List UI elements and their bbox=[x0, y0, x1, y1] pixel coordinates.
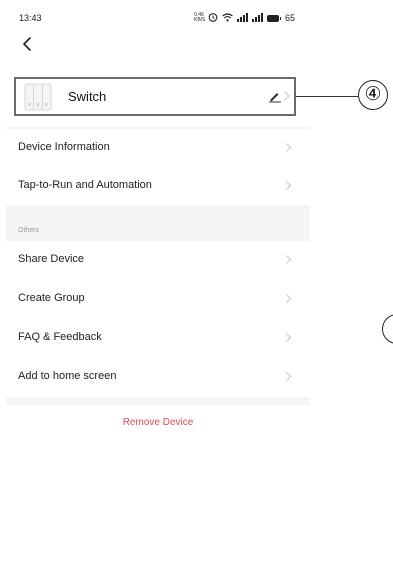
menu-faq-feedback[interactable]: FAQ & Feedback bbox=[6, 319, 310, 357]
menu-create-group[interactable]: Create Group bbox=[6, 280, 310, 318]
callout-marker-partial bbox=[382, 314, 393, 344]
device-thumbnail bbox=[24, 82, 52, 112]
menu-device-information[interactable]: Device Information bbox=[6, 129, 310, 167]
menu-label: Device Information bbox=[18, 141, 110, 153]
menu-tap-to-run[interactable]: Tap-to-Run and Automation bbox=[6, 167, 310, 205]
chevron-right-icon bbox=[286, 372, 292, 381]
chevron-right-icon bbox=[286, 333, 292, 342]
signal-icon-2 bbox=[252, 12, 263, 24]
chevron-right-icon bbox=[286, 143, 292, 152]
device-settings-screen: 13:43 0.46 KB/S 65 Switch ④ Device Infor… bbox=[0, 0, 393, 581]
menu-label: Tap-to-Run and Automation bbox=[18, 179, 152, 191]
chevron-right-icon bbox=[286, 181, 292, 190]
edit-icon[interactable] bbox=[268, 91, 282, 103]
status-bar: 13:43 0.46 KB/S 65 bbox=[0, 0, 314, 28]
device-name: Switch bbox=[68, 89, 107, 104]
chevron-left-icon bbox=[23, 37, 31, 51]
network-speed-unit: KB/S bbox=[194, 17, 206, 23]
menu-add-to-home-screen[interactable]: Add to home screen bbox=[6, 358, 310, 396]
device-name-card[interactable]: Switch bbox=[14, 77, 296, 116]
menu-label: Add to home screen bbox=[18, 370, 117, 382]
section-divider-bottom bbox=[6, 397, 310, 405]
menu-label: FAQ & Feedback bbox=[18, 331, 102, 343]
menu-label: Create Group bbox=[18, 292, 85, 304]
section-caption-others: Others bbox=[18, 227, 40, 234]
menu-share-device[interactable]: Share Device bbox=[6, 241, 310, 279]
battery-level: 65 bbox=[285, 13, 296, 23]
chevron-right-icon bbox=[286, 255, 292, 264]
network-speed: 0.46 KB/S bbox=[194, 13, 206, 23]
back-button[interactable] bbox=[18, 34, 38, 54]
status-icons: 0.46 KB/S 65 bbox=[194, 12, 295, 24]
menu-label: Share Device bbox=[18, 253, 85, 265]
section-divider-others bbox=[6, 205, 310, 241]
signal-icon-1 bbox=[237, 12, 248, 24]
wifi-icon bbox=[222, 12, 233, 24]
status-time: 13:43 bbox=[19, 13, 42, 23]
remove-device-button[interactable]: Remove Device bbox=[6, 408, 310, 438]
chevron-right-icon bbox=[284, 91, 290, 101]
alarm-icon bbox=[208, 12, 218, 24]
chevron-right-icon bbox=[286, 294, 292, 303]
callout-marker: ④ bbox=[358, 80, 388, 110]
callout-line bbox=[296, 96, 358, 97]
battery-icon bbox=[267, 14, 281, 22]
